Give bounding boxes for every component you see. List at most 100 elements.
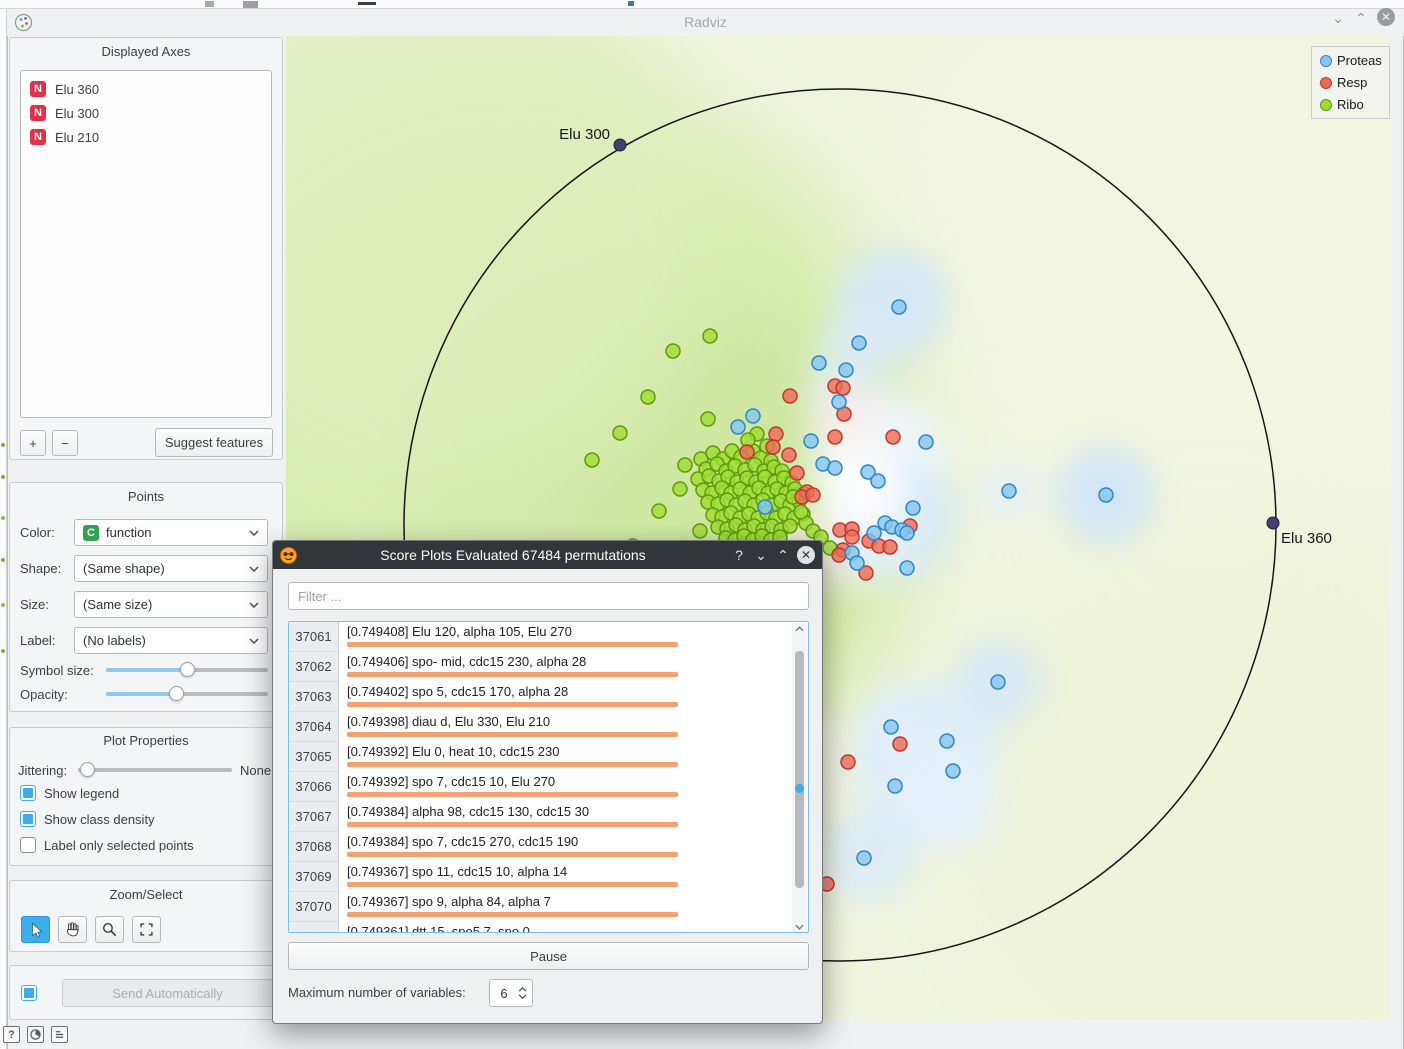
hand-icon [64,921,81,938]
legend-dot [1320,77,1332,89]
checkbox-label: Label only selected points [44,838,194,853]
score-list[interactable]: 37061[0.749408] Elu 120, alpha 105, Elu … [288,621,809,933]
score-row-rank: 37069 [289,862,339,892]
score-row-rank: 37063 [289,682,339,712]
score-row-text: [0.749408] Elu 120, alpha 105, Elu 270 [347,624,747,639]
symbol-size-label: Symbol size: [20,663,94,678]
dialog-unshade-icon[interactable]: ⌃ [772,547,794,564]
score-row[interactable]: 37061[0.749408] Elu 120, alpha 105, Elu … [289,622,808,652]
score-row-rank: 37067 [289,802,339,832]
score-row[interactable]: 37067[0.749384] alpha 98, cdc15 130, cdc… [289,802,808,832]
score-row[interactable]: 37065[0.749392] Elu 0, heat 10, cdc15 23… [289,742,808,772]
jittering-slider[interactable] [78,762,232,778]
score-row-text: [0.749406] spo- mid, cdc15 230, alpha 28 [347,654,747,669]
orange-logo-icon [279,546,298,565]
report-icon[interactable] [51,1026,68,1043]
checkbox-row[interactable]: Label only selected points [20,837,270,853]
checkbox-row[interactable]: Show class density [20,811,270,827]
legend-dot [1320,55,1332,67]
color-dropdown[interactable]: C function [74,519,268,546]
pan-tool-button[interactable] [58,916,87,943]
window-title: Radviz [7,14,1404,30]
suggest-features-button[interactable]: Suggest features [155,428,273,457]
spin-down-icon[interactable] [518,994,527,999]
checkbox-show-legend[interactable] [20,785,36,801]
label-dropdown[interactable]: (No labels) [74,627,268,654]
dialog-close-icon[interactable]: ✕ [797,546,815,564]
close-icon[interactable]: ✕ [1377,8,1395,26]
fit-view-icon [138,921,155,938]
dialog-title: Score Plots Evaluated 67484 permutations [298,547,728,563]
scrollbar-thumb[interactable] [795,651,804,888]
filter-input[interactable] [288,582,809,610]
size-dropdown[interactable]: (Same size) [74,591,268,618]
remove-axis-button[interactable]: − [52,430,78,456]
score-bar [347,762,678,767]
chevron-down-icon [249,638,259,644]
help-icon[interactable]: ? [3,1026,20,1043]
opacity-slider[interactable] [106,686,268,702]
plot-legend: Proteas Resp Ribo [1311,46,1390,119]
maximize-icon[interactable]: ⌃ [1352,9,1370,27]
select-tool-button[interactable] [21,916,50,943]
label-label: Label: [20,633,55,648]
label-value: (No labels) [83,633,242,648]
scroll-up-icon[interactable] [795,626,804,632]
plot-properties-checkboxes: Show legend Show class density Label only … [20,785,270,863]
legend-item: Resp [1320,75,1381,90]
dialog-help-icon[interactable]: ? [728,547,750,563]
max-vars-spinbox[interactable]: 6 [489,979,533,1007]
score-row-rank: 37066 [289,772,339,802]
checkbox-label: Show legend [44,786,119,801]
score-bar [347,792,678,797]
legend-dot [1320,99,1332,111]
color-value: function [106,525,242,540]
score-row[interactable]: 37069 [0.749367] spo 11, cdc15 10, alpha … [289,862,808,892]
legend-label: Resp [1337,75,1367,90]
visual-settings-icon[interactable] [27,1026,44,1043]
spin-up-icon[interactable] [518,987,527,992]
legend-item: Ribo [1320,97,1381,112]
checkbox-row[interactable]: Show legend [20,785,270,801]
legend-item: Proteas [1320,53,1381,68]
legend-label: Ribo [1337,97,1364,112]
pause-button[interactable]: Pause [288,942,809,970]
score-list-scrollbar[interactable] [792,623,807,933]
send-automatically-button[interactable]: Send Automatically [62,979,273,1007]
max-vars-value: 6 [490,986,518,1001]
score-row-text: [0.749361] dtt 15, spo5 7, spo 0 [347,924,747,933]
score-row[interactable]: 37070[0.749367] spo 9, alpha 84, alpha 7 [289,892,808,922]
score-row[interactable]: 37064[0.749398] diau d, Elu 330, Elu 210 [289,712,808,742]
checkbox-label-only-selected-points[interactable] [20,837,36,853]
displayed-axes-title: Displayed Axes [9,44,283,59]
axis-list-item[interactable]: NElu 210 [21,125,271,149]
zoom-tool-button[interactable] [95,916,124,943]
score-row[interactable]: 37068[0.749384] spo 7, cdc15 270, cdc15 … [289,832,808,862]
numeric-variable-icon: N [30,81,46,97]
zoom-select-title: Zoom/Select [9,887,283,902]
jittering-label: Jittering: [18,763,67,778]
symbol-size-slider[interactable] [106,662,268,678]
points-title: Points [9,489,283,504]
scroll-down-icon[interactable] [795,924,804,930]
reset-zoom-button[interactable] [132,916,161,943]
displayed-axes-list[interactable]: NElu 360NElu 300NElu 210 [20,70,272,418]
minimize-icon[interactable]: ⌄ [1329,9,1347,27]
score-row-text: [0.749367] spo 11, cdc15 10, alpha 14 [347,864,747,879]
score-row[interactable]: 37062[0.749406] spo- mid, cdc15 230, alp… [289,652,808,682]
dialog-titlebar[interactable]: Score Plots Evaluated 67484 permutations… [273,541,822,569]
score-row[interactable]: 37066[0.749392] spo 7, cdc15 10, Elu 270 [289,772,808,802]
dialog-shade-icon[interactable]: ⌄ [750,547,772,564]
send-automatically-checkbox[interactable] [21,985,37,1001]
scrollbar-position-dot [795,784,804,793]
axis-list-item[interactable]: NElu 300 [21,101,271,125]
background-window-strip [0,0,1404,9]
axis-list-item[interactable]: NElu 360 [21,77,271,101]
score-row[interactable]: [0.749361] dtt 15, spo5 7, spo 0 [289,922,808,933]
checkbox-show-class-density[interactable] [20,811,36,827]
max-vars-label: Maximum number of variables: [288,985,466,1000]
score-row[interactable]: 37063[0.749402] spo 5, cdc15 170, alpha … [289,682,808,712]
categorical-icon: C [83,525,99,541]
shape-dropdown[interactable]: (Same shape) [74,555,268,582]
add-axis-button[interactable]: + [20,430,46,456]
